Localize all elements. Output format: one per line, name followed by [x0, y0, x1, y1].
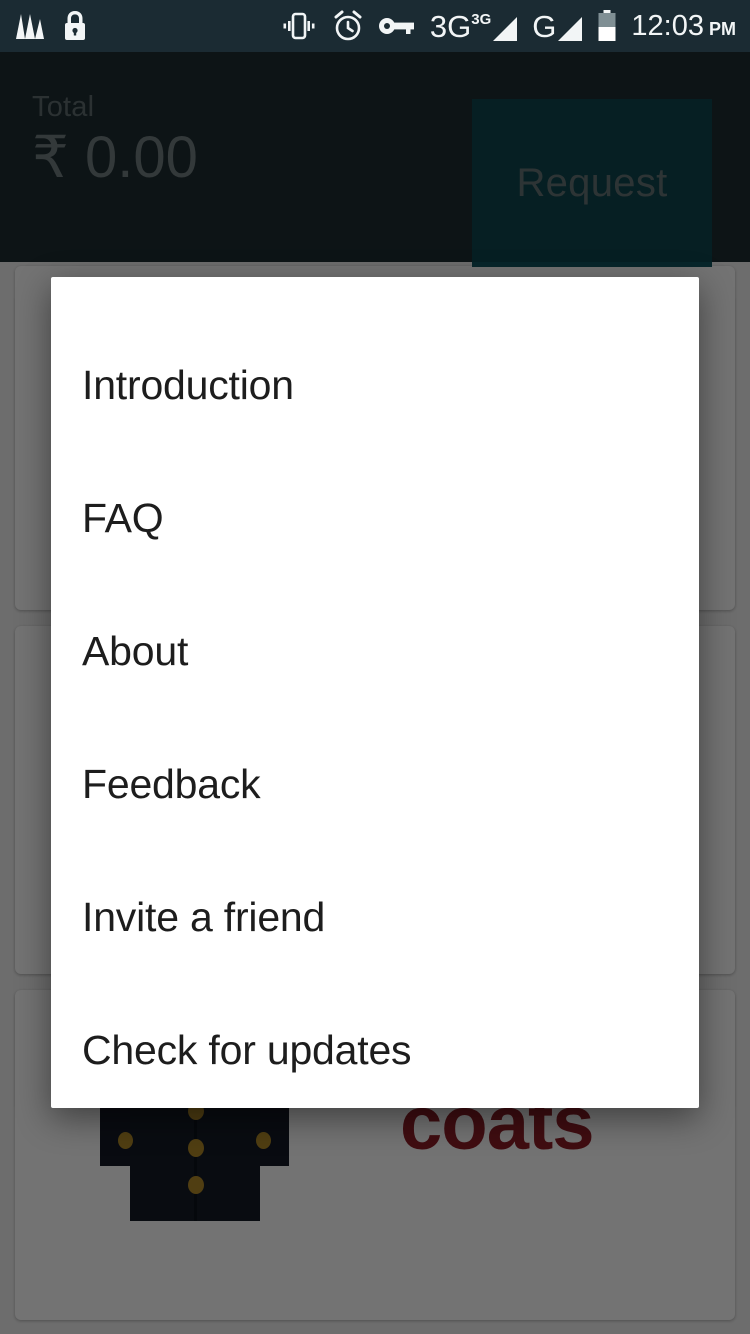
clock-time: 12:03: [631, 9, 704, 42]
menu-item-check-for-updates[interactable]: Check for updates: [51, 984, 699, 1117]
phone-screen: coats Total ₹ 0.00 Request Introduction …: [0, 0, 750, 1334]
menu-item-faq[interactable]: FAQ: [51, 452, 699, 585]
vibrate-icon: [283, 12, 315, 40]
signal-bars-icon: [558, 16, 583, 41]
lock-icon: [65, 11, 85, 40]
menu-item-feedback[interactable]: Feedback: [51, 718, 699, 851]
music-app-icon: [16, 14, 44, 39]
network-2-label: G: [532, 8, 557, 44]
menu-item-label: FAQ: [82, 495, 164, 541]
menu-item-label: Introduction: [82, 362, 294, 408]
battery-icon: [598, 10, 616, 41]
menu-item-invite-a-friend[interactable]: Invite a friend: [51, 851, 699, 984]
signal-bars-icon: [493, 16, 518, 41]
status-bar-left-icons: [14, 10, 88, 42]
vpn-key-icon: [378, 18, 414, 34]
menu-item-label: Invite a friend: [82, 894, 326, 940]
network-1-superscript: 3G: [471, 10, 492, 28]
menu-item-about[interactable]: About: [51, 585, 699, 718]
network-1-label: 3G: [429, 8, 472, 44]
menu-item-label: About: [82, 628, 189, 674]
app-header-scrim: [0, 52, 750, 262]
clock-meridiem: PM: [709, 18, 736, 39]
signal-3g-icon: 3G 3G: [430, 11, 518, 42]
menu-item-label: Check for updates: [82, 1027, 412, 1073]
menu-item-label: Feedback: [82, 761, 261, 807]
status-bar-clock: 12:03 PM: [631, 9, 736, 42]
status-bar-right-icons: 3G 3G G 12:03 PM: [280, 10, 736, 42]
overflow-menu-dialog: Introduction FAQ About Feedback Invite a…: [51, 277, 699, 1108]
signal-g-icon: G: [532, 11, 583, 42]
alarm-icon: [334, 10, 362, 41]
status-bar: 3G 3G G 12:03 PM: [0, 0, 750, 52]
menu-item-introduction[interactable]: Introduction: [51, 319, 699, 452]
